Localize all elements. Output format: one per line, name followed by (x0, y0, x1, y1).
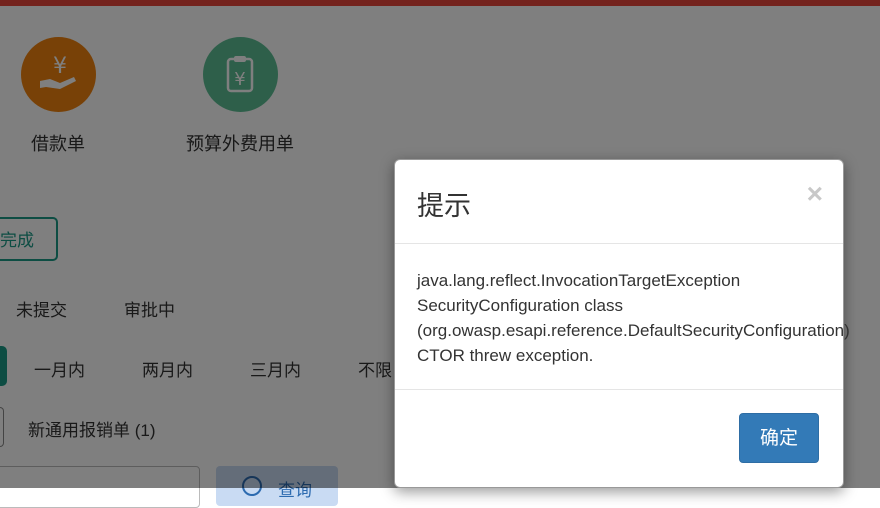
ok-button[interactable]: 确定 (739, 413, 819, 463)
dialog-message: java.lang.reflect.InvocationTargetExcept… (417, 271, 850, 365)
dialog-header: 提示 × (395, 160, 843, 244)
close-icon[interactable]: × (807, 178, 823, 210)
dialog-body: java.lang.reflect.InvocationTargetExcept… (395, 244, 850, 390)
dialog-footer: 确定 (395, 390, 843, 487)
alert-dialog: 提示 × java.lang.reflect.InvocationTargetE… (394, 159, 850, 488)
dialog-title: 提示 (417, 191, 471, 221)
